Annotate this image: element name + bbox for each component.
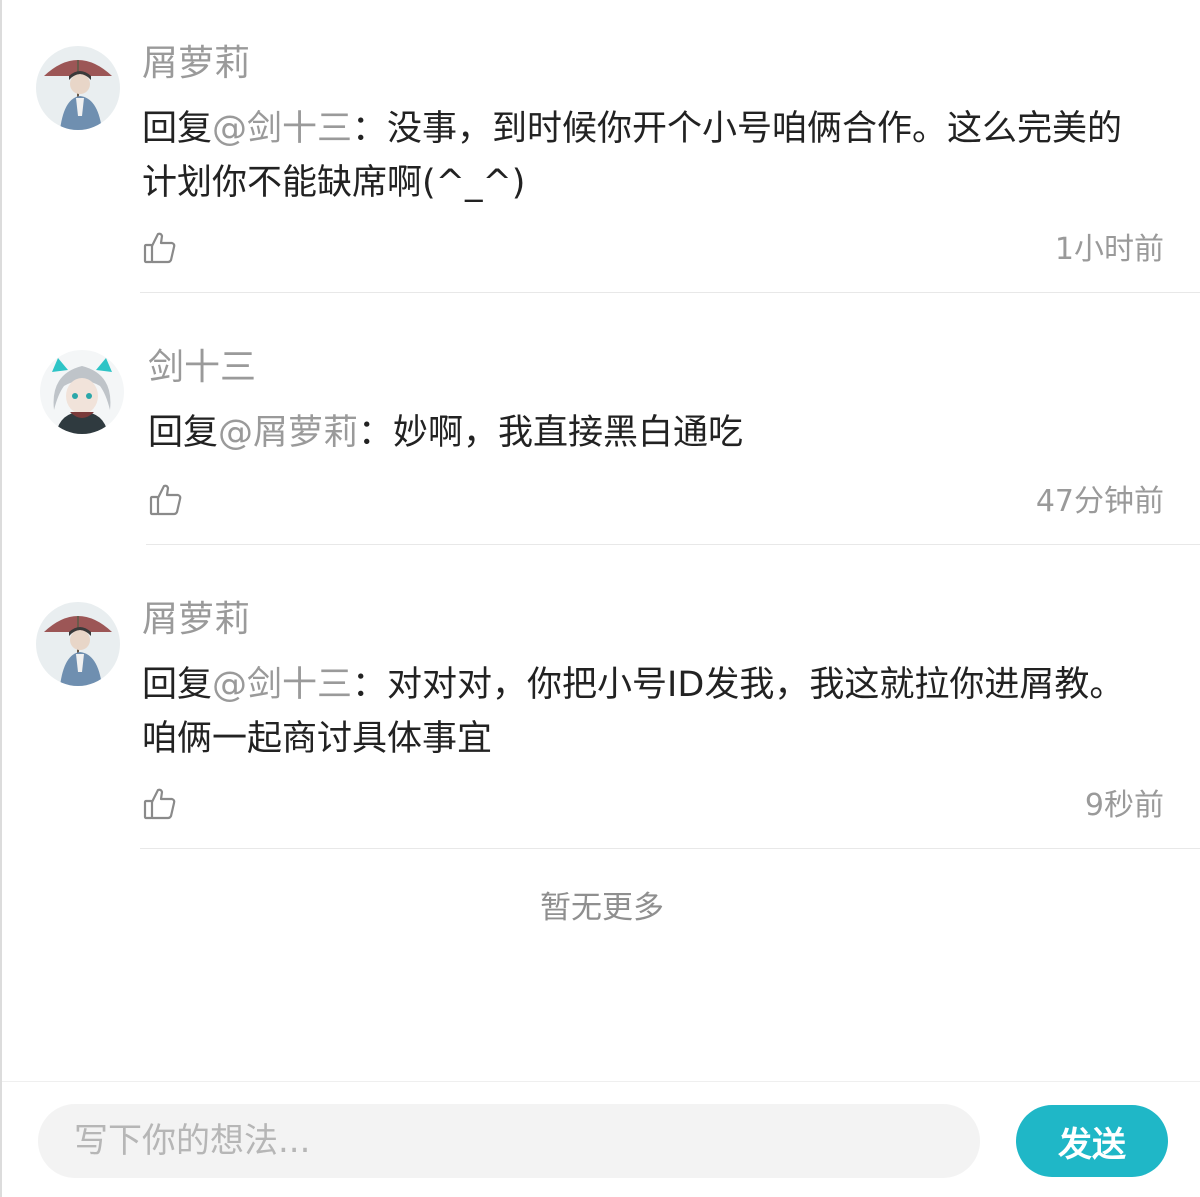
divider bbox=[140, 848, 1200, 849]
timestamp: 47分钟前 bbox=[1035, 484, 1164, 519]
avatar[interactable] bbox=[36, 602, 120, 686]
timestamp: 9秒前 bbox=[1084, 788, 1164, 823]
mention-link[interactable]: @剑十三 bbox=[212, 665, 352, 705]
mention-separator: ： bbox=[358, 413, 394, 453]
comment-input[interactable] bbox=[38, 1104, 980, 1178]
thumbs-up-icon[interactable] bbox=[142, 786, 178, 822]
divider bbox=[146, 544, 1200, 545]
divider bbox=[140, 292, 1200, 293]
send-button[interactable]: 发送 bbox=[1016, 1105, 1168, 1177]
avatar[interactable] bbox=[40, 350, 124, 434]
mention-link[interactable]: @屑萝莉 bbox=[218, 413, 358, 453]
reply-prefix: 回复 bbox=[142, 109, 213, 149]
reply-prefix: 回复 bbox=[142, 665, 213, 705]
thumbs-up-icon[interactable] bbox=[142, 230, 178, 266]
username[interactable]: 屑萝莉 bbox=[142, 44, 250, 84]
comment-thread-page: 屑萝莉 回复@剑十三：没事，到时候你开个小号咱俩合作。这么完美的计划你不能缺席啊… bbox=[0, 0, 1200, 1197]
mention-separator: ： bbox=[352, 109, 388, 149]
thumbs-up-icon[interactable] bbox=[148, 482, 184, 518]
no-more-label: 暂无更多 bbox=[540, 890, 664, 926]
comment-text: 回复@剑十三：没事，到时候你开个小号咱俩合作。这么完美的计划你不能缺席啊(^_^… bbox=[142, 102, 1152, 210]
comment-text: 回复@屑萝莉：妙啊，我直接黑白通吃 bbox=[148, 406, 1158, 460]
comment-composer: 发送 bbox=[2, 1081, 1200, 1197]
comment-body: 妙啊，我直接黑白通吃 bbox=[393, 413, 744, 453]
mention-link[interactable]: @剑十三 bbox=[212, 109, 352, 149]
username[interactable]: 屑萝莉 bbox=[142, 600, 250, 640]
username[interactable]: 剑十三 bbox=[148, 348, 256, 388]
reply-prefix: 回复 bbox=[148, 413, 219, 453]
comment-text: 回复@剑十三：对对对，你把小号ID发我，我这就拉你进屑教。咱俩一起商讨具体事宜 bbox=[142, 658, 1132, 766]
avatar[interactable] bbox=[36, 46, 120, 130]
timestamp: 1小时前 bbox=[1054, 232, 1164, 267]
mention-separator: ： bbox=[352, 665, 388, 705]
